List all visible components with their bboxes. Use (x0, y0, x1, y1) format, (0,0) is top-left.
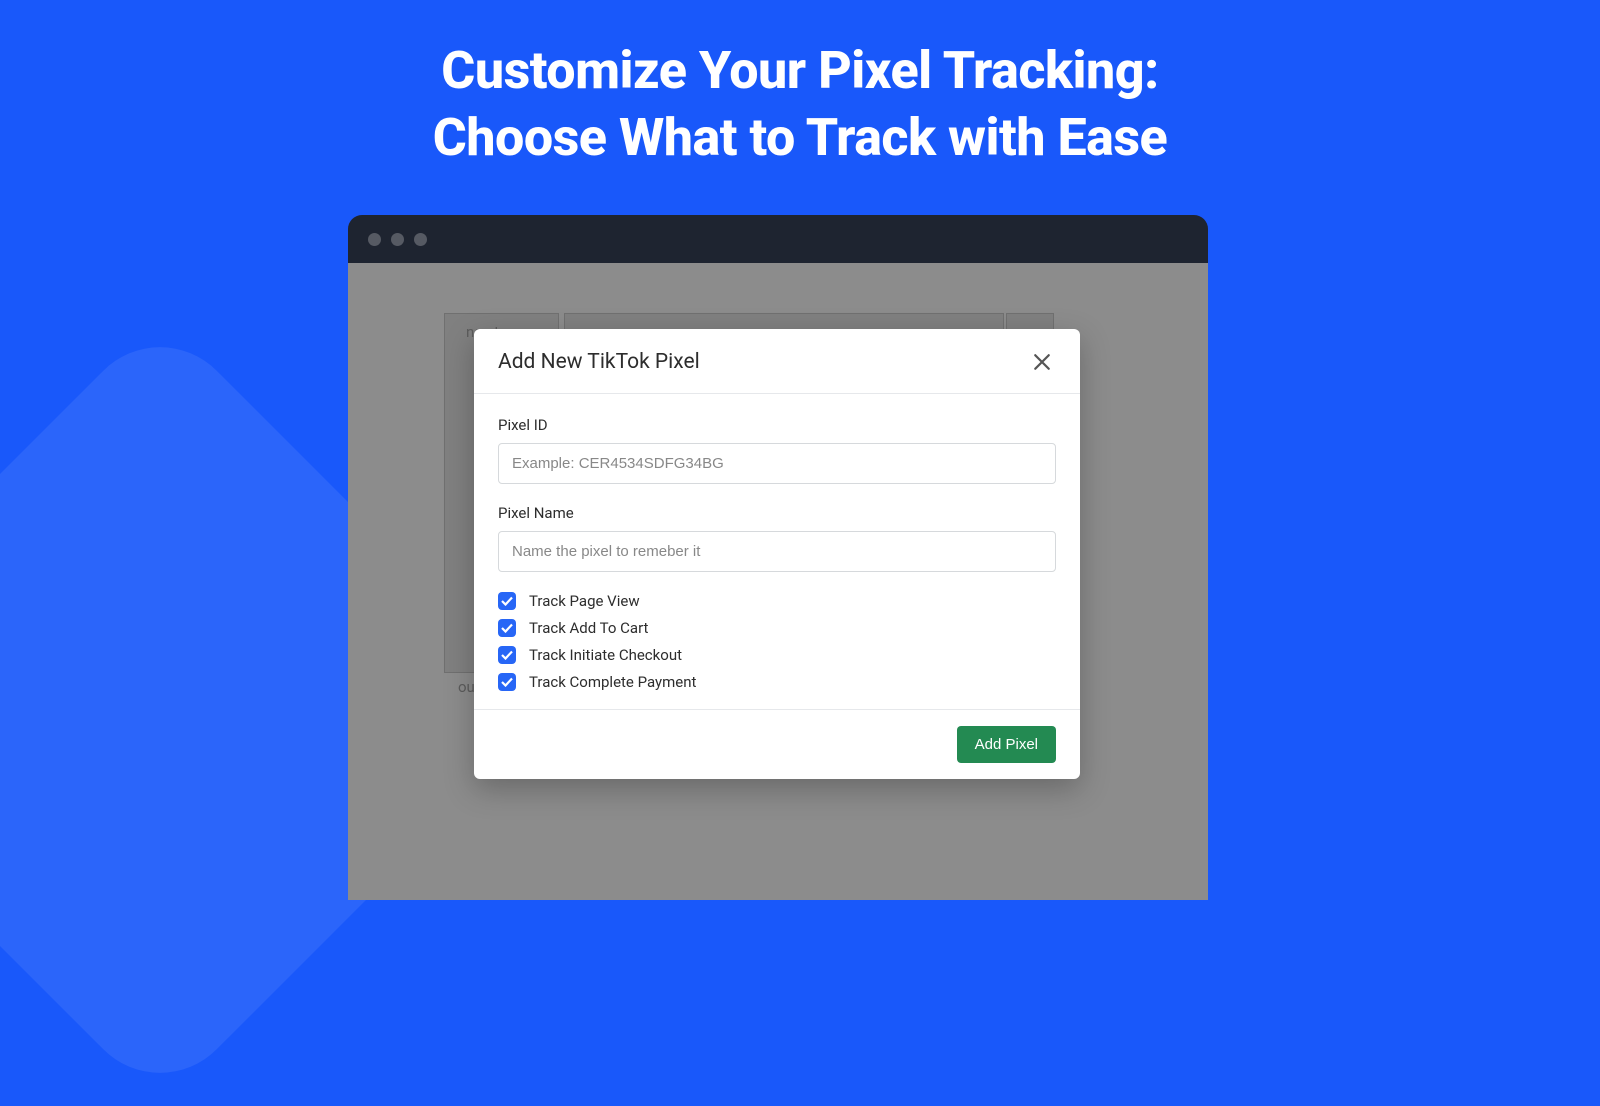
check-icon (501, 596, 513, 606)
window-dot (414, 233, 427, 246)
hero-line-2: Choose What to Track with Ease (0, 105, 1600, 172)
pixel-name-group: Pixel Name (498, 504, 1056, 572)
track-page-view-row[interactable]: Track Page View (498, 592, 1056, 610)
track-complete-payment-row[interactable]: Track Complete Payment (498, 673, 1056, 691)
pixel-name-label: Pixel Name (498, 504, 1056, 522)
checkbox-checked[interactable] (498, 646, 516, 664)
hero-line-1: Customize Your Pixel Tracking: (0, 38, 1600, 105)
check-label: Track Initiate Checkout (529, 646, 682, 664)
window-dot (391, 233, 404, 246)
checkbox-checked[interactable] (498, 673, 516, 691)
pixel-id-group: Pixel ID (498, 416, 1056, 484)
window-dot (368, 233, 381, 246)
modal-footer: Add Pixel (474, 709, 1080, 779)
check-label: Track Add To Cart (529, 619, 648, 637)
browser-window: ngs to our Add New TikTok Pixel Pixel ID… (348, 215, 1208, 900)
checkbox-checked[interactable] (498, 619, 516, 637)
check-label: Track Complete Payment (529, 673, 696, 691)
pixel-id-label: Pixel ID (498, 416, 1056, 434)
add-pixel-button[interactable]: Add Pixel (957, 726, 1056, 763)
check-label: Track Page View (529, 592, 640, 610)
browser-titlebar (348, 215, 1208, 263)
modal-header: Add New TikTok Pixel (474, 329, 1080, 394)
track-initiate-checkout-row[interactable]: Track Initiate Checkout (498, 646, 1056, 664)
browser-viewport: ngs to our Add New TikTok Pixel Pixel ID… (348, 263, 1208, 900)
check-icon (501, 650, 513, 660)
pixel-name-input[interactable] (498, 531, 1056, 572)
pixel-id-input[interactable] (498, 443, 1056, 484)
modal-body: Pixel ID Pixel Name Track Page View (474, 394, 1080, 709)
modal-title: Add New TikTok Pixel (498, 350, 700, 374)
tracking-options: Track Page View Track Add To Cart Track … (498, 592, 1056, 691)
track-add-to-cart-row[interactable]: Track Add To Cart (498, 619, 1056, 637)
add-pixel-modal: Add New TikTok Pixel Pixel ID Pixel Name (474, 329, 1080, 779)
check-icon (501, 623, 513, 633)
check-icon (501, 677, 513, 687)
hero-title: Customize Your Pixel Tracking: Choose Wh… (0, 0, 1600, 171)
close-button[interactable] (1028, 348, 1056, 376)
checkbox-checked[interactable] (498, 592, 516, 610)
close-icon (1033, 353, 1051, 371)
